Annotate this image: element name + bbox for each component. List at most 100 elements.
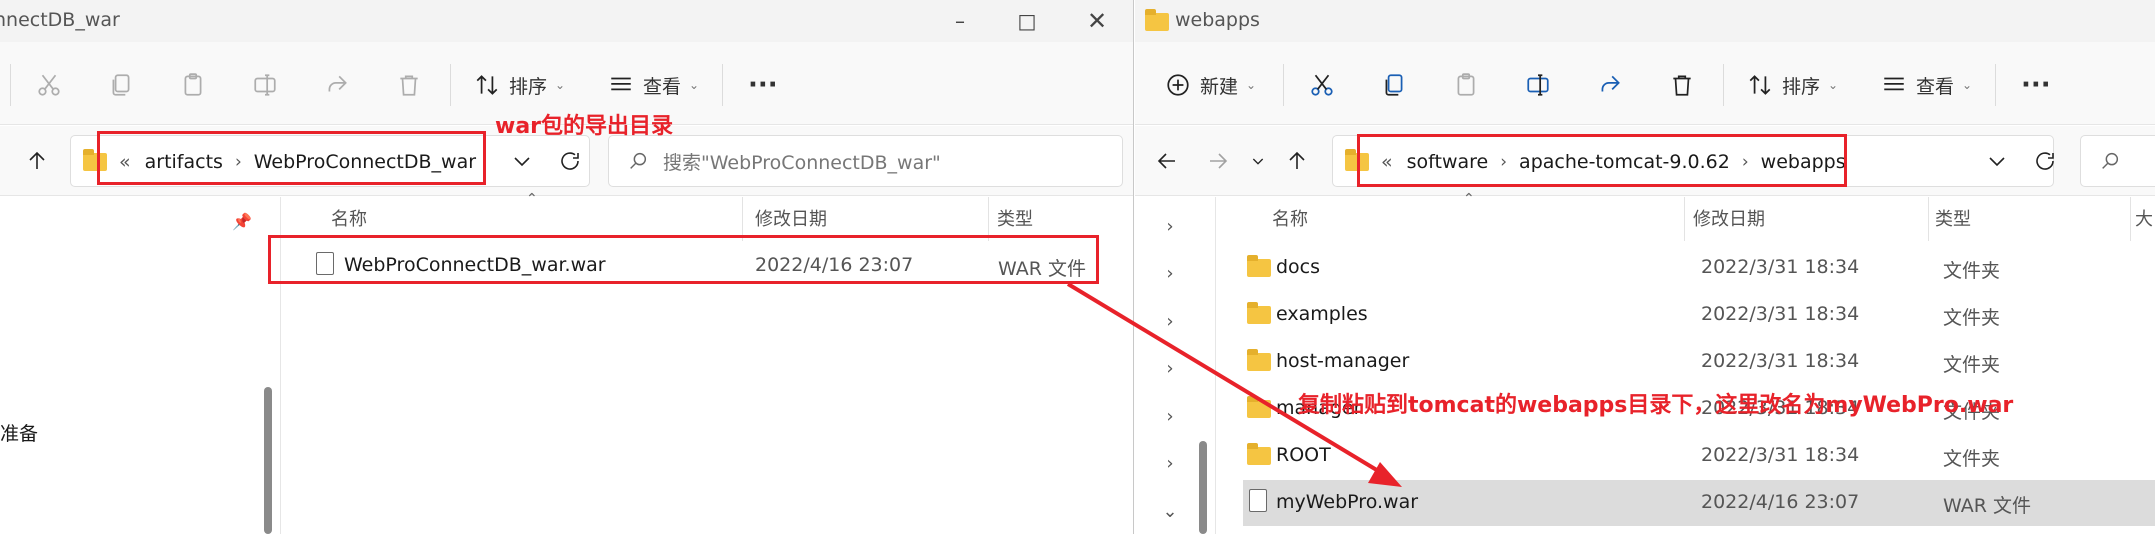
sort-label: 排序 bbox=[509, 75, 548, 98]
address-dropdown-button[interactable] bbox=[1980, 144, 2014, 178]
divider bbox=[722, 64, 723, 106]
chevron-right-icon[interactable]: › bbox=[1155, 449, 1185, 479]
highlight-right-address bbox=[1357, 134, 1847, 187]
list-item[interactable]: examples 2022/3/31 18:34 文件夹 bbox=[1243, 292, 2155, 338]
view-list-icon bbox=[611, 77, 631, 91]
chevron-right-icon[interactable]: › bbox=[1155, 307, 1185, 337]
delete-button[interactable] bbox=[1669, 68, 1695, 102]
search-icon bbox=[2102, 152, 2119, 169]
left-title-bar[interactable]: nnectDB_war – □ ✕ bbox=[0, 0, 1133, 42]
sort-indicator-icon: ⌃ bbox=[526, 191, 538, 207]
refresh-button[interactable] bbox=[2028, 144, 2062, 178]
more-options-button[interactable]: ··· bbox=[2021, 68, 2051, 102]
item-name: myWebPro.war bbox=[1276, 491, 1419, 513]
chevron-right-icon[interactable]: › bbox=[1155, 212, 1185, 242]
more-options-button[interactable]: ··· bbox=[748, 68, 778, 102]
item-name: ROOT bbox=[1276, 444, 1331, 466]
list-item[interactable]: ROOT 2022/3/31 18:34 文件夹 bbox=[1243, 433, 2155, 479]
column-header-type[interactable]: 类型 bbox=[1935, 205, 1971, 231]
copy-icon bbox=[1385, 74, 1403, 96]
sort-icon bbox=[1749, 75, 1771, 95]
chevron-down-icon: ⌄ bbox=[1246, 78, 1257, 92]
search-box[interactable]: 搜索"WebProConnectDB_war" bbox=[608, 135, 1123, 187]
item-type: 文件夹 bbox=[1943, 354, 2001, 376]
refresh-icon bbox=[2036, 152, 2054, 170]
cut-button[interactable] bbox=[36, 68, 62, 102]
sort-indicator-icon: ⌃ bbox=[1463, 191, 1475, 207]
left-window-title: nnectDB_war bbox=[0, 9, 120, 31]
column-header-name[interactable]: 名称 bbox=[331, 205, 367, 231]
rename-button[interactable] bbox=[1525, 68, 1551, 102]
item-type: 文件夹 bbox=[1943, 260, 2001, 282]
scissors-icon bbox=[38, 74, 60, 96]
plus-circle-icon bbox=[1167, 74, 1189, 96]
new-button[interactable]: 新建 ⌄ bbox=[1165, 68, 1256, 102]
rename-button[interactable] bbox=[252, 68, 278, 102]
view-button[interactable]: 查看 ⌄ bbox=[1881, 68, 1972, 102]
forward-button[interactable] bbox=[1201, 144, 1235, 178]
column-header-modified[interactable]: 修改日期 bbox=[1693, 205, 1765, 231]
column-divider[interactable] bbox=[1684, 197, 1685, 241]
column-header-name[interactable]: 名称 bbox=[1272, 205, 1308, 231]
chevron-down-icon: ⌄ bbox=[555, 78, 566, 92]
divider bbox=[1995, 64, 1996, 106]
list-item[interactable]: docs 2022/3/31 18:34 文件夹 bbox=[1243, 245, 2155, 291]
item-type: 文件夹 bbox=[1943, 307, 2001, 329]
address-dropdown-button[interactable] bbox=[505, 144, 539, 178]
share-button[interactable] bbox=[324, 68, 350, 102]
highlight-source-file bbox=[268, 235, 1099, 284]
share-button[interactable] bbox=[1597, 68, 1623, 102]
close-icon[interactable]: ✕ bbox=[1082, 8, 1112, 34]
maximize-icon[interactable]: □ bbox=[1012, 8, 1042, 34]
sort-button[interactable]: 排序 ⌄ bbox=[474, 68, 565, 102]
minimize-icon[interactable]: – bbox=[945, 8, 975, 34]
column-header-type[interactable]: 类型 bbox=[997, 205, 1033, 231]
item-name: host-manager bbox=[1276, 350, 1410, 372]
nav-pane-scrollbar[interactable] bbox=[1199, 441, 1207, 534]
divider bbox=[450, 64, 451, 106]
item-name: examples bbox=[1276, 303, 1368, 325]
nav-pane-scrollbar[interactable] bbox=[264, 387, 272, 534]
copy-button[interactable] bbox=[108, 68, 134, 102]
search-box[interactable] bbox=[2080, 135, 2155, 187]
new-label: 新建 bbox=[1200, 75, 1239, 98]
right-window-title: webapps bbox=[1175, 9, 1260, 31]
right-explorer-window: webapps 新建 ⌄ 排序 ⌄ 查看 ⌄ ··· « software › … bbox=[1135, 0, 2155, 534]
right-title-bar[interactable]: webapps bbox=[1135, 0, 2155, 42]
chevron-right-icon[interactable]: › bbox=[1155, 402, 1185, 432]
view-list-icon bbox=[1884, 77, 1904, 91]
up-button[interactable] bbox=[20, 144, 54, 178]
copy-button[interactable] bbox=[1381, 68, 1407, 102]
view-button[interactable]: 查看 ⌄ bbox=[608, 68, 699, 102]
column-divider[interactable] bbox=[1928, 197, 1929, 241]
pin-icon[interactable]: 📌 bbox=[232, 212, 252, 231]
nav-pane-item[interactable]: 准备 bbox=[0, 419, 38, 446]
paste-button[interactable] bbox=[1453, 68, 1479, 102]
column-divider[interactable] bbox=[2130, 197, 2131, 241]
refresh-button[interactable] bbox=[553, 144, 587, 178]
chevron-down-icon: ⌄ bbox=[689, 78, 700, 92]
recent-locations-button[interactable] bbox=[1241, 144, 1275, 178]
back-button[interactable] bbox=[1150, 144, 1184, 178]
paste-button[interactable] bbox=[180, 68, 206, 102]
delete-button[interactable] bbox=[396, 68, 422, 102]
rename-icon bbox=[254, 74, 276, 96]
up-button[interactable] bbox=[1280, 144, 1314, 178]
annotation-copy-paste: 复制粘贴到tomcat的webapps目录下，这里改名为myWebPro.war bbox=[1298, 393, 2014, 418]
item-modified: 2022/3/31 18:34 bbox=[1701, 303, 1860, 325]
list-item[interactable]: host-manager 2022/3/31 18:34 文件夹 bbox=[1243, 339, 2155, 385]
column-header-modified[interactable]: 修改日期 bbox=[755, 205, 827, 231]
sort-icon bbox=[476, 75, 498, 95]
sort-button[interactable]: 排序 ⌄ bbox=[1747, 68, 1838, 102]
chevron-down-icon bbox=[1989, 157, 2005, 167]
file-icon bbox=[1249, 489, 1267, 512]
column-header-size[interactable]: 大 bbox=[2135, 205, 2153, 231]
cut-button[interactable] bbox=[1309, 68, 1335, 102]
chevron-down-icon[interactable]: ⌄ bbox=[1155, 497, 1185, 527]
chevron-right-icon[interactable]: › bbox=[1155, 259, 1185, 289]
item-modified: 2022/3/31 18:34 bbox=[1701, 256, 1860, 278]
list-item-selected[interactable]: myWebPro.war 2022/4/16 23:07 WAR 文件 bbox=[1243, 480, 2155, 526]
right-content-area: › › › › › › ⌄ ⌃ 名称 修改日期 类型 大 docs 2022/3… bbox=[1135, 191, 2155, 534]
chevron-right-icon[interactable]: › bbox=[1155, 354, 1185, 384]
folder-icon bbox=[1145, 9, 1169, 31]
